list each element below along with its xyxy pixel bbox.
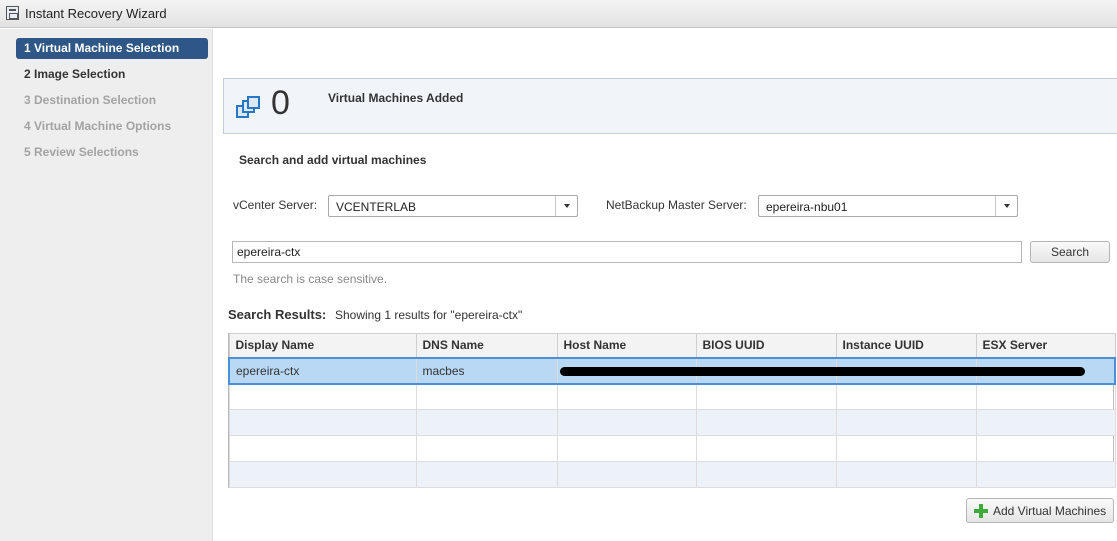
plus-icon	[974, 504, 988, 518]
virtual-machines-icon	[236, 96, 262, 120]
vcenter-server-label: vCenter Server:	[233, 198, 318, 212]
search-results-table: Display Name DNS Name Host Name BIOS UUI…	[228, 333, 1116, 488]
cell-display-name: epereira-ctx	[228, 356, 417, 385]
chevron-down-icon[interactable]	[995, 196, 1017, 216]
column-header-host-name[interactable]: Host Name	[556, 333, 697, 358]
step-virtual-machine-selection[interactable]: 1 Virtual Machine Selection	[16, 38, 208, 59]
add-virtual-machines-label: Add Virtual Machines	[993, 504, 1107, 518]
vms-added-count: 0	[271, 84, 290, 122]
cell-dns-name: macbes	[415, 356, 558, 385]
column-header-bios-uuid[interactable]: BIOS UUID	[695, 333, 837, 358]
column-header-dns-name[interactable]: DNS Name	[415, 333, 558, 358]
step-image-selection[interactable]: 2 Image Selection	[16, 64, 208, 85]
case-sensitive-hint: The search is case sensitive.	[233, 272, 388, 286]
title-bar: Instant Recovery Wizard	[0, 0, 1117, 28]
column-header-esx-server[interactable]: ESX Server	[975, 333, 1116, 358]
wizard-app-icon	[6, 6, 19, 20]
master-server-select[interactable]: epereira-nbu01	[758, 195, 1018, 217]
vms-added-banner: 0 Virtual Machines Added	[223, 78, 1117, 134]
step-destination-selection: 3 Destination Selection	[24, 93, 157, 107]
search-results-label: Search Results:	[228, 307, 327, 322]
master-server-value: epereira-nbu01	[766, 200, 848, 214]
vms-added-label: Virtual Machines Added	[328, 91, 464, 105]
column-header-display-name[interactable]: Display Name	[228, 333, 417, 358]
master-server-label: NetBackup Master Server:	[606, 198, 747, 212]
empty-table-row	[228, 409, 1116, 436]
search-section-title: Search and add virtual machines	[239, 153, 427, 167]
table-header-row: Display Name DNS Name Host Name BIOS UUI…	[228, 333, 1116, 358]
column-header-instance-uuid[interactable]: Instance UUID	[835, 333, 977, 358]
empty-table-row	[228, 461, 1116, 488]
empty-table-row	[228, 435, 1116, 462]
empty-table-row	[228, 383, 1116, 410]
wizard-steps-sidebar: 1 Virtual Machine Selection 2 Image Sele…	[0, 29, 213, 541]
search-results-summary: Showing 1 results for "epereira-ctx"	[335, 308, 523, 322]
redaction-bar	[560, 367, 1085, 376]
vcenter-server-select[interactable]: VCENTERLAB	[328, 195, 578, 217]
vm-search-input[interactable]	[232, 241, 1022, 263]
add-virtual-machines-button[interactable]: Add Virtual Machines	[966, 498, 1114, 523]
chevron-down-icon[interactable]	[555, 196, 577, 216]
window-title: Instant Recovery Wizard	[25, 6, 167, 21]
step-virtual-machine-options: 4 Virtual Machine Options	[24, 119, 172, 133]
step-review-selections: 5 Review Selections	[24, 145, 139, 159]
vcenter-server-value: VCENTERLAB	[336, 200, 417, 214]
search-button[interactable]: Search	[1030, 241, 1110, 263]
